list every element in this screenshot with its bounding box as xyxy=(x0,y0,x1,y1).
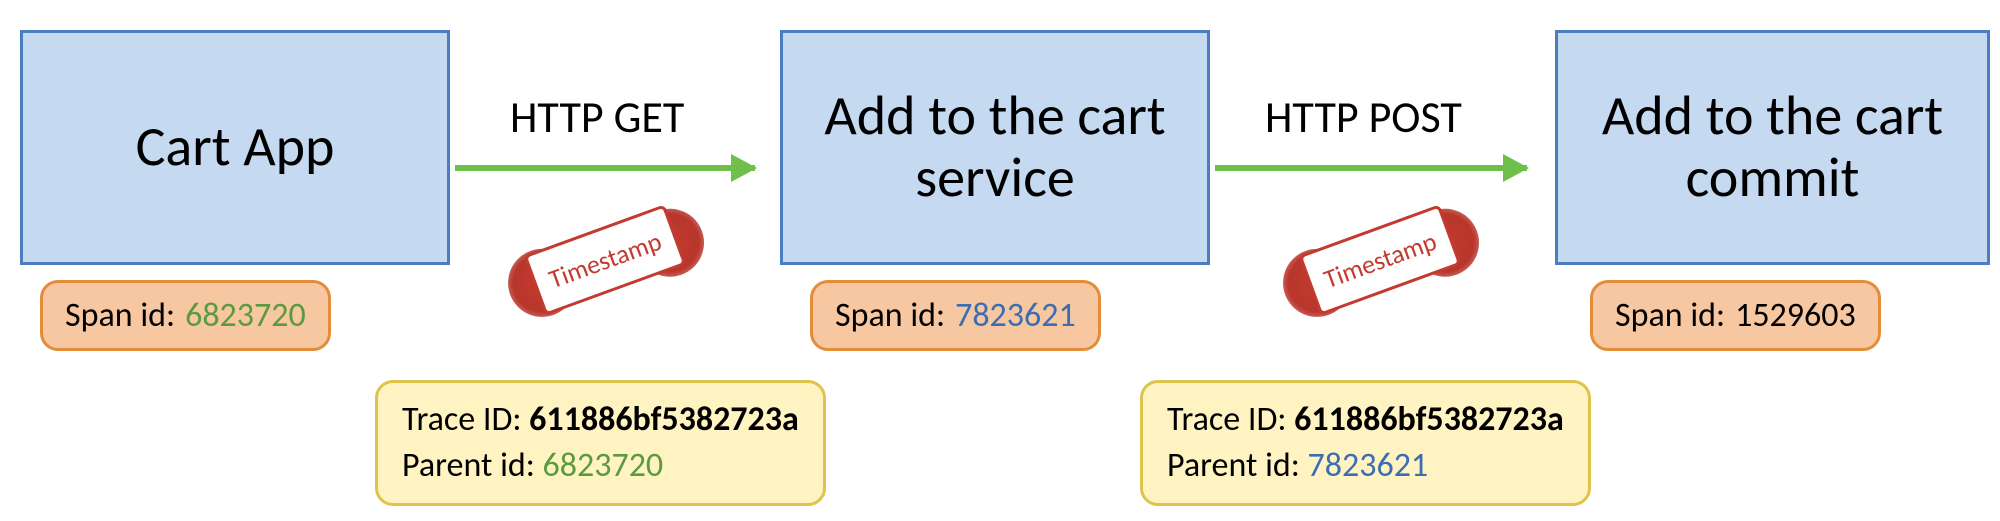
trace-context-box: Trace ID: 611886bf5382723a Parent id: 78… xyxy=(1140,380,1591,506)
trace-id-value: 611886bf5382723a xyxy=(529,399,799,440)
http-method-label-get: HTTP GET xyxy=(510,90,684,144)
service-box-cart-service: Add to the cart service xyxy=(780,30,1210,265)
span-id-label: Span id: xyxy=(835,295,945,336)
span-id-label: Span id: xyxy=(65,295,175,336)
trace-id-label: Trace ID: xyxy=(1167,399,1286,440)
arrow-post xyxy=(1215,165,1527,171)
trace-id-value: 611886bf5382723a xyxy=(1294,399,1564,440)
service-box-cart-app: Cart App xyxy=(20,30,450,265)
timestamp-stamp: Timestamp xyxy=(499,181,712,340)
trace-id-label: Trace ID: xyxy=(402,399,521,440)
span-id-box: Span id: 1529603 xyxy=(1590,280,1881,351)
http-method-label-post: HTTP POST xyxy=(1265,90,1462,144)
span-id-box: Span id: 6823720 xyxy=(40,280,331,351)
stamp-label: Timestamp xyxy=(1299,204,1462,315)
span-id-value: 6823720 xyxy=(185,295,306,336)
parent-id-label: Parent id: xyxy=(1167,445,1300,486)
timestamp-stamp: Timestamp xyxy=(1274,181,1487,340)
parent-id-value: 7823621 xyxy=(1308,445,1429,486)
arrow-get xyxy=(455,165,755,171)
span-id-box: Span id: 7823621 xyxy=(810,280,1101,351)
parent-id-label: Parent id: xyxy=(402,445,535,486)
parent-id-value: 6823720 xyxy=(543,445,664,486)
span-id-value: 1529603 xyxy=(1735,295,1856,336)
service-title: Cart App xyxy=(136,117,335,179)
service-title: Add to the cart commit xyxy=(1578,86,1967,209)
span-id-label: Span id: xyxy=(1615,295,1725,336)
service-title: Add to the cart service xyxy=(803,86,1187,209)
trace-diagram: Cart App Add to the cart service Add to … xyxy=(10,20,1990,501)
trace-context-box: Trace ID: 611886bf5382723a Parent id: 68… xyxy=(375,380,826,506)
service-box-cart-commit: Add to the cart commit xyxy=(1555,30,1990,265)
stamp-label: Timestamp xyxy=(524,204,687,315)
span-id-value: 7823621 xyxy=(955,295,1076,336)
